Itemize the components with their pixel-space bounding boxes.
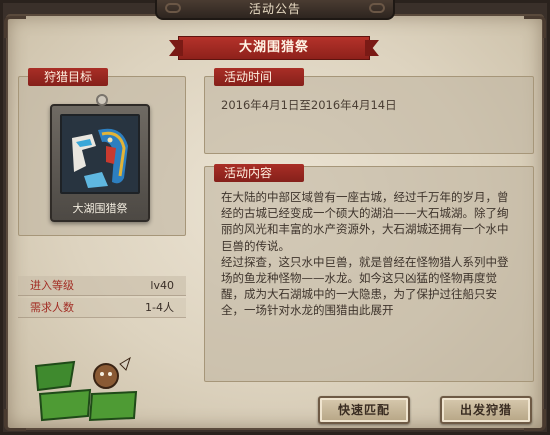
stat-value: 1-4人 <box>145 301 174 314</box>
description-paragraph: 在大陆的中部区域曾有一座古城，经过千万年的岁月，曾经的古城已经变成一个硕大的湖泊… <box>221 190 509 253</box>
site-logo <box>30 356 142 428</box>
content-panel: 在大陆的中部区域曾有一座古城，经过千万年的岁月，曾经的古城已经变成一个硕大的湖泊… <box>204 166 534 382</box>
time-panel: 2016年4月1日至2016年4月14日 <box>204 76 534 154</box>
event-title: 大湖围猎祭 <box>178 36 370 60</box>
entry-level-row: 进入等级 lv40 <box>18 276 186 296</box>
start-hunt-button[interactable]: 出发狩猎 <box>440 396 532 424</box>
description-paragraph: 经过探查，这只水中巨兽，就是曾经在怪物猎人系列中登场的鱼龙种怪物——水龙。如今这… <box>221 254 509 318</box>
quick-match-button[interactable]: 快速匹配 <box>318 396 410 424</box>
monster-card[interactable]: 大湖围猎祭 <box>50 94 150 222</box>
event-time: 2016年4月1日至2016年4月14日 <box>221 98 397 112</box>
corner-ornament <box>4 409 26 431</box>
tag-ring-icon <box>96 94 108 106</box>
corner-ornament <box>4 16 26 38</box>
ornament-icon <box>369 3 385 13</box>
content-section-label: 活动内容 <box>214 164 304 182</box>
stat-label: 进入等级 <box>30 279 74 292</box>
ornament-icon <box>165 3 181 13</box>
window-title-tab: 活动公告 <box>155 0 395 20</box>
event-description: 在大陆的中部区域曾有一座古城，经过千万年的岁月，曾经的古城已经变成一个硕大的湖泊… <box>221 189 519 319</box>
target-section-label: 狩猎目标 <box>28 68 108 86</box>
party-size-row: 需求人数 1-4人 <box>18 298 186 318</box>
window-title: 活动公告 <box>248 2 301 16</box>
water-dragon-icon <box>60 114 140 194</box>
stat-label: 需求人数 <box>30 301 74 314</box>
stat-value: lv40 <box>150 279 174 292</box>
time-section-label: 活动时间 <box>214 68 304 86</box>
monster-name: 大湖围猎祭 <box>72 202 128 215</box>
corner-ornament <box>524 16 546 38</box>
